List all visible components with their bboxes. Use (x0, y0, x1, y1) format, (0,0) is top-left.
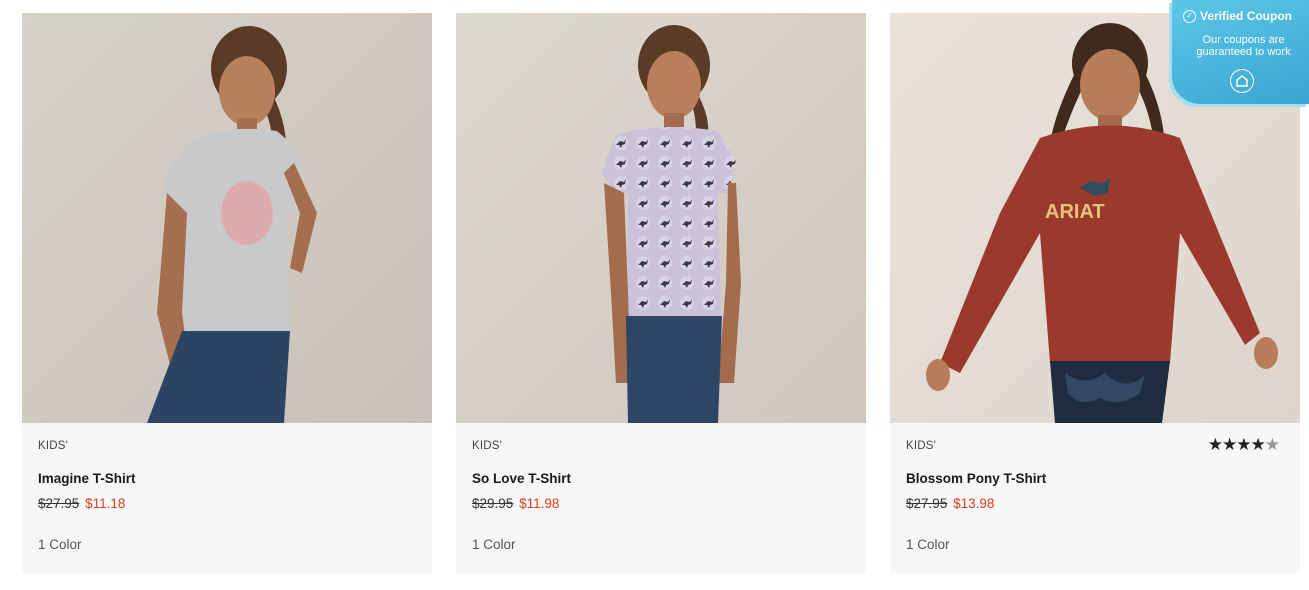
product-name[interactable]: So Love T-Shirt (472, 471, 571, 486)
check-circle-icon: ✓ (1183, 9, 1196, 23)
star-rating[interactable]: ★★★★★ (1207, 435, 1280, 455)
product-card[interactable]: KIDS' So Love T-Shirt $29.95 $11.98 1 Co… (456, 13, 866, 573)
product-card[interactable]: KIDS' Imagine T-Shirt $27.95 $11.18 1 Co… (22, 13, 432, 573)
product-name[interactable]: Blossom Pony T-Shirt (906, 471, 1046, 486)
product-prices: $27.95 $11.18 (38, 496, 125, 511)
verified-coupon-badge[interactable]: ✓ Verified Coupon Our coupons are guaran… (1172, 0, 1309, 104)
color-count[interactable]: 1 Color (472, 537, 516, 552)
original-price: $27.95 (38, 496, 80, 511)
product-category: KIDS' (38, 440, 69, 452)
star-empty-icon: ★ (1264, 435, 1280, 454)
product-prices: $29.95 $11.98 (472, 496, 559, 511)
coupon-logo-icon[interactable] (1230, 69, 1254, 93)
color-count[interactable]: 1 Color (38, 537, 82, 552)
star-icon: ★ (1250, 435, 1266, 454)
svg-text:ARIAT: ARIAT (1045, 201, 1105, 223)
sale-price: $11.18 (85, 496, 126, 511)
sale-price: $11.98 (519, 496, 560, 511)
product-info: KIDS' ★★★★★ Blossom Pony T-Shirt $27.95 … (890, 423, 1300, 573)
star-icon: ★ (1207, 435, 1223, 454)
coupon-header: ✓ Verified Coupon (1183, 9, 1292, 23)
product-category: KIDS' (906, 440, 937, 452)
original-price: $27.95 (906, 496, 948, 511)
coupon-title: Verified Coupon (1200, 9, 1293, 23)
star-icon: ★ (1236, 435, 1251, 454)
coupon-subtitle: Our coupons are guaranteed to work (1196, 34, 1291, 58)
product-category: KIDS' (472, 440, 503, 452)
product-name[interactable]: Imagine T-Shirt (38, 471, 136, 486)
original-price: $29.95 (472, 496, 514, 511)
sale-price: $13.98 (953, 496, 995, 511)
product-image[interactable] (22, 13, 432, 423)
product-info: KIDS' Imagine T-Shirt $27.95 $11.18 1 Co… (22, 423, 432, 573)
product-image[interactable] (456, 13, 866, 423)
product-info: KIDS' So Love T-Shirt $29.95 $11.98 1 Co… (456, 423, 866, 573)
color-count[interactable]: 1 Color (906, 537, 950, 552)
product-grid: KIDS' Imagine T-Shirt $27.95 $11.18 1 Co… (22, 13, 1300, 573)
star-icon: ★ (1222, 435, 1237, 454)
product-prices: $27.95 $13.98 (906, 496, 994, 511)
